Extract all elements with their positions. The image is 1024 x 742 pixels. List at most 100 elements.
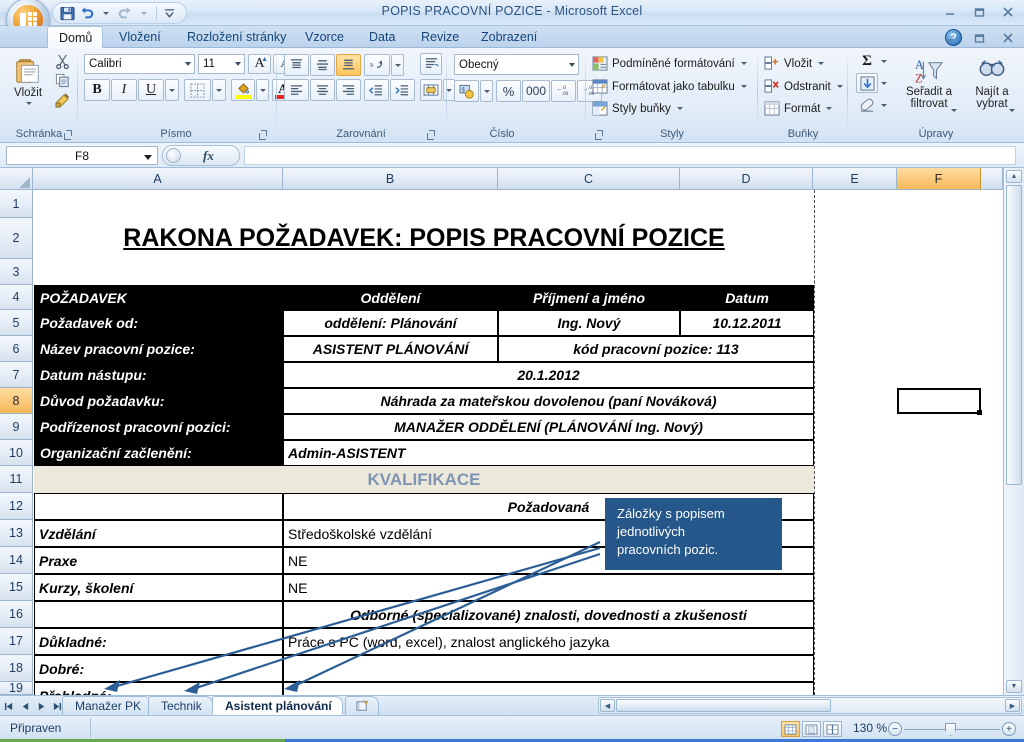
row-header-8[interactable]: 8 (0, 388, 33, 414)
autosum-button[interactable]: Σ (856, 52, 878, 71)
row-header-1[interactable]: 1 (0, 190, 33, 218)
close-button[interactable] (998, 3, 1018, 20)
cell-b6[interactable]: ASISTENT PLÁNOVÁNÍ (283, 336, 498, 362)
bold-button[interactable]: B (84, 79, 110, 101)
ribbon-restore-button[interactable] (969, 29, 989, 46)
row-header-10[interactable]: 10 (0, 440, 33, 466)
tab-data[interactable]: Data (358, 26, 406, 48)
fill-down-icon[interactable] (856, 73, 878, 93)
cell-a7[interactable]: Datum nástupu: (34, 362, 283, 388)
cell-b18[interactable] (283, 655, 814, 682)
row-header-5[interactable]: 5 (0, 310, 33, 336)
insert-function-icon[interactable]: fx (203, 148, 214, 164)
cell-a11[interactable]: KVALIFIKACE (34, 466, 814, 493)
cell-a15[interactable]: Kurzy, školení (34, 574, 283, 601)
clipboard-dialog-launcher[interactable] (64, 130, 73, 140)
column-header-d[interactable]: D (680, 168, 813, 190)
currency-dropdown-icon[interactable] (480, 80, 493, 102)
row-header-4[interactable]: 4 (0, 285, 33, 310)
cell-a10[interactable]: Organizační začlenění: (34, 440, 283, 466)
cell-c5[interactable]: Ing. Nový (498, 310, 680, 336)
cell-a17[interactable]: Důkladné: (34, 628, 283, 655)
sort-filter-button[interactable]: AZ Seřadit a filtrovat (898, 52, 960, 116)
cell-a16[interactable] (34, 601, 283, 628)
horizontal-scrollbar[interactable]: ◀ ▶ (598, 697, 1022, 714)
delete-cells-button[interactable]: Odstranit (764, 79, 843, 94)
font-name-input[interactable]: Calibri (84, 54, 195, 74)
font-dialog-launcher[interactable] (259, 130, 268, 140)
column-header-c[interactable]: C (498, 168, 680, 190)
next-sheet-icon[interactable] (35, 698, 47, 714)
insert-cells-button[interactable]: Vložit (764, 56, 825, 71)
row-header-13[interactable]: 13 (0, 520, 33, 547)
align-top-icon[interactable] (284, 54, 309, 76)
decrease-indent-icon[interactable] (364, 79, 389, 101)
thousands-button[interactable]: 000 (522, 80, 550, 102)
cell-b16[interactable]: Odborné (specializované) znalosti, doved… (283, 601, 814, 628)
column-header-g[interactable] (981, 168, 1003, 190)
cell-styles-button[interactable]: Styly buňky (592, 101, 683, 116)
format-cells-button[interactable]: Formát (764, 101, 833, 116)
row-header-3[interactable]: 3 (0, 259, 33, 285)
currency-icon[interactable]: $ (454, 80, 479, 102)
cell-b7[interactable]: 20.1.2012 (283, 362, 814, 388)
horizontal-scroll-thumb[interactable] (616, 699, 831, 712)
zoom-out-button[interactable]: − (888, 722, 902, 736)
conditional-formatting-button[interactable]: Podmíněné formátování (592, 56, 747, 71)
zoom-slider[interactable]: − + (888, 721, 1016, 737)
row-header-6[interactable]: 6 (0, 336, 33, 362)
font-size-input[interactable]: 11 (198, 54, 245, 74)
sheet-tab-asistent-planovani[interactable]: Asistent plánování (212, 696, 343, 715)
row-header-15[interactable]: 15 (0, 574, 33, 601)
row-header-14[interactable]: 14 (0, 547, 33, 574)
cell-title[interactable]: RAKONA POŽADAVEK: POPIS PRACOVNÍ POZICE (123, 224, 724, 253)
row-header-2[interactable]: 2 (0, 218, 33, 259)
row-header-12[interactable]: 12 (0, 493, 33, 520)
column-header-a[interactable]: A (33, 168, 283, 190)
cell-a5[interactable]: Požadavek od: (34, 310, 283, 336)
grow-font-button[interactable]: A ▲ (248, 54, 271, 74)
find-select-button[interactable]: Najít a vybrat (964, 52, 1020, 116)
orientation-dropdown-icon[interactable] (391, 54, 404, 76)
sheet-tab-technik[interactable]: Technik (148, 696, 213, 715)
cell-a4[interactable]: POŽADAVEK (34, 285, 283, 310)
first-sheet-icon[interactable] (3, 698, 15, 714)
cut-icon[interactable] (54, 53, 71, 70)
scroll-right-button[interactable]: ▶ (1005, 699, 1020, 712)
tab-insert[interactable]: Vložení (108, 26, 172, 48)
format-painter-icon[interactable] (54, 91, 71, 108)
zoom-in-button[interactable]: + (1002, 722, 1016, 736)
cell-b10[interactable]: Admin-ASISTENT (283, 440, 814, 466)
copy-icon[interactable] (54, 72, 71, 89)
paste-dropdown-icon[interactable] (23, 99, 35, 107)
new-sheet-icon[interactable] (345, 696, 379, 715)
prev-sheet-icon[interactable] (19, 698, 31, 714)
paste-button[interactable]: Vložit (8, 55, 48, 99)
tab-formulas[interactable]: Vzorce (294, 26, 355, 48)
zoom-slider-thumb[interactable] (945, 723, 956, 736)
underline-button[interactable]: U (138, 79, 164, 101)
cell-a6[interactable]: Název pracovní pozice: (34, 336, 283, 362)
align-middle-icon[interactable] (310, 54, 335, 76)
merge-cells-icon[interactable] (420, 79, 442, 101)
format-as-table-button[interactable]: Formátovat jako tabulku (592, 79, 747, 94)
increase-indent-icon[interactable] (390, 79, 415, 101)
page-break-view-icon[interactable] (823, 721, 842, 737)
cell-b5[interactable]: oddělení: Plánování (283, 310, 498, 336)
maximize-button[interactable] (969, 3, 989, 20)
column-header-b[interactable]: B (283, 168, 498, 190)
cell-d5[interactable]: 10.12.2011 (680, 310, 814, 336)
sheet-tab-manazer-pk[interactable]: Manažer PK (62, 696, 153, 715)
ribbon-close-button[interactable] (998, 29, 1018, 46)
increase-decimal-icon[interactable]: ← .0.00 (551, 80, 576, 102)
name-box[interactable]: F8 (6, 146, 158, 165)
align-right-icon[interactable] (336, 79, 361, 101)
autosum-dropdown-icon[interactable] (878, 52, 890, 71)
fill-dropdown-icon[interactable] (878, 73, 890, 93)
cell-a9[interactable]: Podřízenost pracovní pozici: (34, 414, 283, 440)
percent-button[interactable]: % (496, 80, 521, 102)
clear-icon[interactable] (856, 95, 878, 115)
borders-dropdown-icon[interactable] (212, 79, 226, 101)
scroll-left-button[interactable]: ◀ (600, 699, 615, 712)
cell-a8[interactable]: Důvod požadavku: (34, 388, 283, 414)
